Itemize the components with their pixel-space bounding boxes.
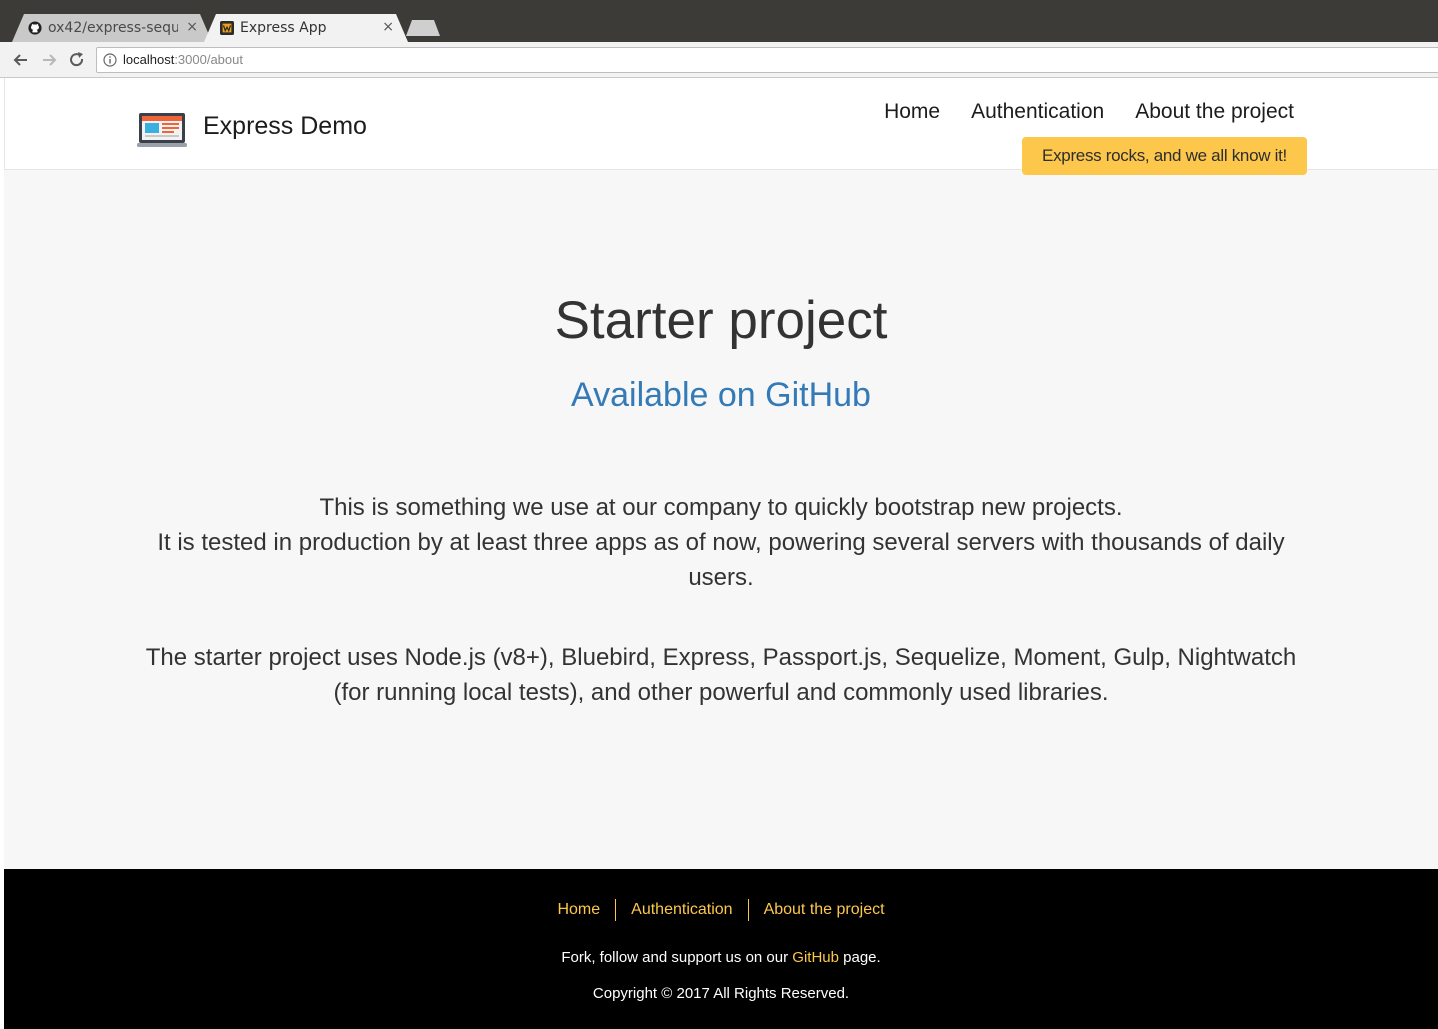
tab-title: Express App: [240, 20, 327, 36]
site-footer: Home Authentication About the project Fo…: [4, 869, 1438, 1029]
browser-toolbar: localhost:3000/about: [0, 42, 1438, 78]
tab-close-icon[interactable]: ×: [382, 19, 394, 35]
footer-nav: Home Authentication About the project: [4, 899, 1438, 921]
url-path: :3000/about: [174, 52, 243, 67]
intro-line-1: This is something we use at our company …: [319, 494, 1123, 521]
browser-tab-express-app[interactable]: Express App ×: [204, 14, 408, 42]
page: Express Demo Home Authentication About t…: [4, 78, 1438, 1029]
promo-badge: Express rocks, and we all know it!: [1022, 137, 1307, 175]
url-host: localhost: [123, 52, 175, 67]
brand-name[interactable]: Express Demo: [203, 112, 367, 141]
footer-nav-home[interactable]: Home: [542, 899, 615, 921]
nav-home[interactable]: Home: [884, 100, 940, 124]
laptop-logo-icon[interactable]: [137, 112, 187, 148]
main-nav: Home Authentication About the project: [884, 100, 1294, 124]
intro-line-2: It is tested in production by at least t…: [157, 529, 1285, 591]
info-icon[interactable]: [103, 53, 117, 67]
footer-support-text: Fork, follow and support us on our GitHu…: [4, 949, 1438, 966]
support-suffix: page.: [838, 949, 881, 966]
tab-title: ox42/express-sequ: [48, 20, 178, 36]
github-link[interactable]: Available on GitHub: [4, 376, 1438, 415]
app-favicon-icon: [220, 21, 234, 35]
page-title: Starter project: [554, 291, 888, 350]
copyright: Copyright © 2017 All Rights Reserved.: [592, 985, 850, 1002]
reload-icon[interactable]: [67, 50, 87, 70]
new-tab-button[interactable]: [406, 20, 440, 36]
nav-about[interactable]: About the project: [1135, 100, 1294, 124]
footer-nav-about[interactable]: About the project: [747, 899, 900, 921]
url-text: localhost:3000/about: [123, 52, 243, 67]
address-bar[interactable]: localhost:3000/about: [96, 47, 1438, 73]
tab-close-icon[interactable]: ×: [186, 19, 198, 35]
support-prefix: Fork, follow and support us on our: [561, 949, 793, 966]
browser-tab-github[interactable]: ox42/express-sequ ×: [12, 14, 212, 42]
footer-github-link[interactable]: GitHub: [792, 949, 839, 966]
forward-arrow-icon[interactable]: [39, 50, 59, 70]
libraries-paragraph: The starter project uses Node.js (v8+), …: [145, 644, 1297, 706]
browser-tab-strip: ox42/express-sequ × Express App ×: [0, 0, 1438, 42]
site-header: Express Demo Home Authentication About t…: [4, 78, 1438, 175]
intro-paragraph: This is something we use at our company …: [134, 490, 1308, 595]
footer-nav-authentication[interactable]: Authentication: [615, 899, 747, 921]
github-icon: [28, 21, 42, 35]
nav-authentication[interactable]: Authentication: [971, 100, 1104, 124]
back-arrow-icon[interactable]: [11, 50, 31, 70]
